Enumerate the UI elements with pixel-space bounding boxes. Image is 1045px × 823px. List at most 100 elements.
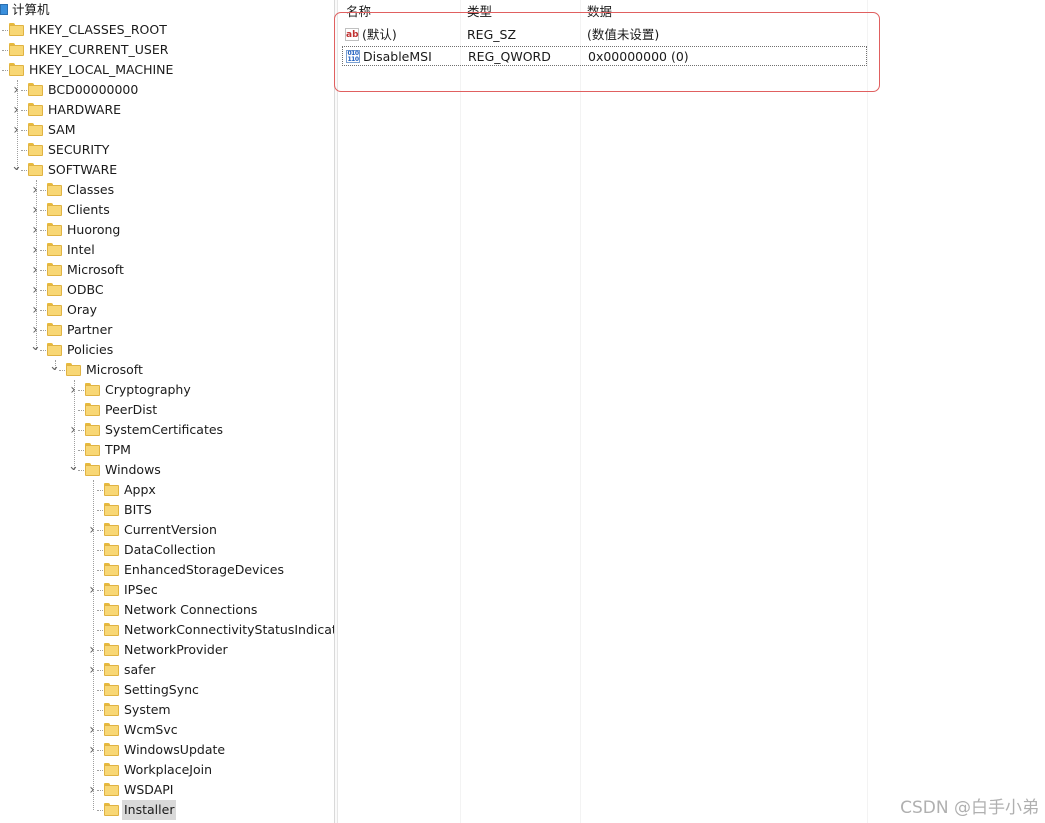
tree-node-label: TPM bbox=[105, 442, 131, 457]
expanded-chevron-icon[interactable]: ⌄ bbox=[49, 360, 60, 374]
registry-tree: 计算机 › HKEY_CLASSES_ROOT › HKEY_CURRENT_USER… bbox=[0, 0, 334, 823]
tree-node-label: HARDWARE bbox=[48, 102, 122, 117]
tree-node-label: NetworkProvider bbox=[124, 642, 228, 657]
collapsed-chevron-icon[interactable]: › bbox=[11, 100, 21, 120]
tree-node-label: EnhancedStorageDevices bbox=[124, 562, 284, 577]
folder-icon bbox=[28, 103, 43, 116]
folder-icon bbox=[104, 803, 119, 816]
tree-node-label: Intel bbox=[67, 242, 95, 257]
collapsed-chevron-icon[interactable]: › bbox=[30, 200, 40, 220]
collapsed-chevron-icon[interactable]: › bbox=[68, 380, 78, 400]
collapsed-chevron-icon[interactable]: › bbox=[87, 660, 97, 680]
tree-node-label: Oray bbox=[67, 302, 98, 317]
folder-icon bbox=[47, 343, 62, 356]
collapsed-chevron-icon[interactable]: › bbox=[87, 720, 97, 740]
tree-connector bbox=[40, 270, 46, 271]
folder-icon bbox=[104, 523, 119, 536]
pane-splitter[interactable] bbox=[334, 0, 338, 823]
collapsed-chevron-icon[interactable]: › bbox=[30, 240, 40, 260]
tree-node-label: IPSec bbox=[124, 582, 158, 597]
collapsed-chevron-icon[interactable]: › bbox=[30, 300, 40, 320]
expanded-chevron-icon[interactable]: ⌄ bbox=[0, 60, 3, 74]
tree-connector bbox=[97, 790, 103, 791]
tree-node-label: Microsoft bbox=[67, 262, 124, 277]
collapsed-chevron-icon[interactable]: › bbox=[30, 260, 40, 280]
folder-icon bbox=[104, 663, 119, 676]
tree-connector bbox=[40, 290, 46, 291]
folder-icon bbox=[104, 623, 119, 636]
folder-icon bbox=[9, 43, 24, 56]
folder-icon bbox=[104, 683, 119, 696]
folder-icon bbox=[66, 363, 81, 376]
tree-connector bbox=[78, 450, 84, 451]
folder-icon bbox=[104, 643, 119, 656]
folder-icon bbox=[47, 283, 62, 296]
column-separator[interactable] bbox=[867, 0, 868, 823]
tree-connector bbox=[40, 330, 46, 331]
folder-icon bbox=[28, 123, 43, 136]
tree-node-label: WcmSvc bbox=[124, 722, 178, 737]
collapsed-chevron-icon[interactable]: › bbox=[11, 120, 21, 140]
tree-node-label: WorkplaceJoin bbox=[124, 762, 213, 777]
tree-node-label: BITS bbox=[124, 502, 152, 517]
collapsed-chevron-icon[interactable]: › bbox=[30, 220, 40, 240]
watermark: CSDN @白手小弟 bbox=[900, 798, 1039, 818]
expanded-chevron-icon[interactable]: ⌄ bbox=[68, 460, 79, 474]
folder-icon bbox=[47, 323, 62, 336]
folder-icon bbox=[104, 763, 119, 776]
tree-connector bbox=[78, 430, 84, 431]
folder-icon bbox=[104, 703, 119, 716]
tree-connector bbox=[78, 390, 84, 391]
tree-root-label: 计算机 bbox=[12, 2, 50, 17]
tree-node-label: ODBC bbox=[67, 282, 104, 297]
collapsed-chevron-icon[interactable]: › bbox=[87, 580, 97, 600]
tree-connector bbox=[97, 530, 103, 531]
folder-icon bbox=[104, 743, 119, 756]
tree-node-label: WSDAPI bbox=[124, 782, 174, 797]
tree-node-label: Installer bbox=[122, 800, 177, 820]
folder-icon bbox=[28, 83, 43, 96]
collapsed-chevron-icon[interactable]: › bbox=[87, 740, 97, 760]
tree-connector bbox=[21, 170, 27, 171]
tree-connector bbox=[97, 810, 103, 811]
collapsed-chevron-icon[interactable]: › bbox=[68, 420, 78, 440]
folder-icon bbox=[104, 603, 119, 616]
column-separator[interactable] bbox=[460, 0, 461, 823]
tree-node-label: SECURITY bbox=[48, 142, 110, 157]
computer-icon bbox=[0, 4, 8, 15]
expanded-chevron-icon[interactable]: ⌄ bbox=[11, 160, 22, 174]
tree-connector bbox=[40, 310, 46, 311]
tree-node-label: SOFTWARE bbox=[48, 162, 118, 177]
tree-connector bbox=[97, 570, 103, 571]
tree-connector bbox=[21, 90, 27, 91]
tree-connector bbox=[97, 670, 103, 671]
collapsed-chevron-icon[interactable]: › bbox=[30, 180, 40, 200]
folder-icon bbox=[85, 463, 100, 476]
tree-connector bbox=[97, 750, 103, 751]
collapsed-chevron-icon[interactable]: › bbox=[30, 320, 40, 340]
tree-node-label: System bbox=[124, 702, 171, 717]
folder-icon bbox=[47, 183, 62, 196]
expanded-chevron-icon[interactable]: ⌄ bbox=[30, 340, 41, 354]
tree-connector bbox=[21, 110, 27, 111]
tree-node-label: HKEY_CURRENT_USER bbox=[29, 42, 169, 57]
folder-icon bbox=[47, 243, 62, 256]
tree-node-label: PeerDist bbox=[105, 402, 158, 417]
tree-connector bbox=[2, 50, 8, 51]
tree-node-label: NetworkConnectivityStatusIndicator bbox=[124, 622, 334, 637]
tree-connector bbox=[97, 690, 103, 691]
folder-icon bbox=[104, 483, 119, 496]
tree-node-label: Policies bbox=[67, 342, 114, 357]
tree-node-label: SAM bbox=[48, 122, 76, 137]
collapsed-chevron-icon[interactable]: › bbox=[87, 780, 97, 800]
collapsed-chevron-icon[interactable]: › bbox=[87, 640, 97, 660]
collapsed-chevron-icon[interactable]: › bbox=[87, 520, 97, 540]
tree-node-label: Huorong bbox=[67, 222, 121, 237]
tree-connector bbox=[40, 230, 46, 231]
tree-connector bbox=[59, 370, 65, 371]
collapsed-chevron-icon[interactable]: › bbox=[30, 280, 40, 300]
collapsed-chevron-icon[interactable]: › bbox=[11, 80, 21, 100]
column-separator[interactable] bbox=[580, 0, 581, 823]
folder-icon bbox=[85, 443, 100, 456]
tree-node-label: HKEY_CLASSES_ROOT bbox=[29, 22, 167, 37]
